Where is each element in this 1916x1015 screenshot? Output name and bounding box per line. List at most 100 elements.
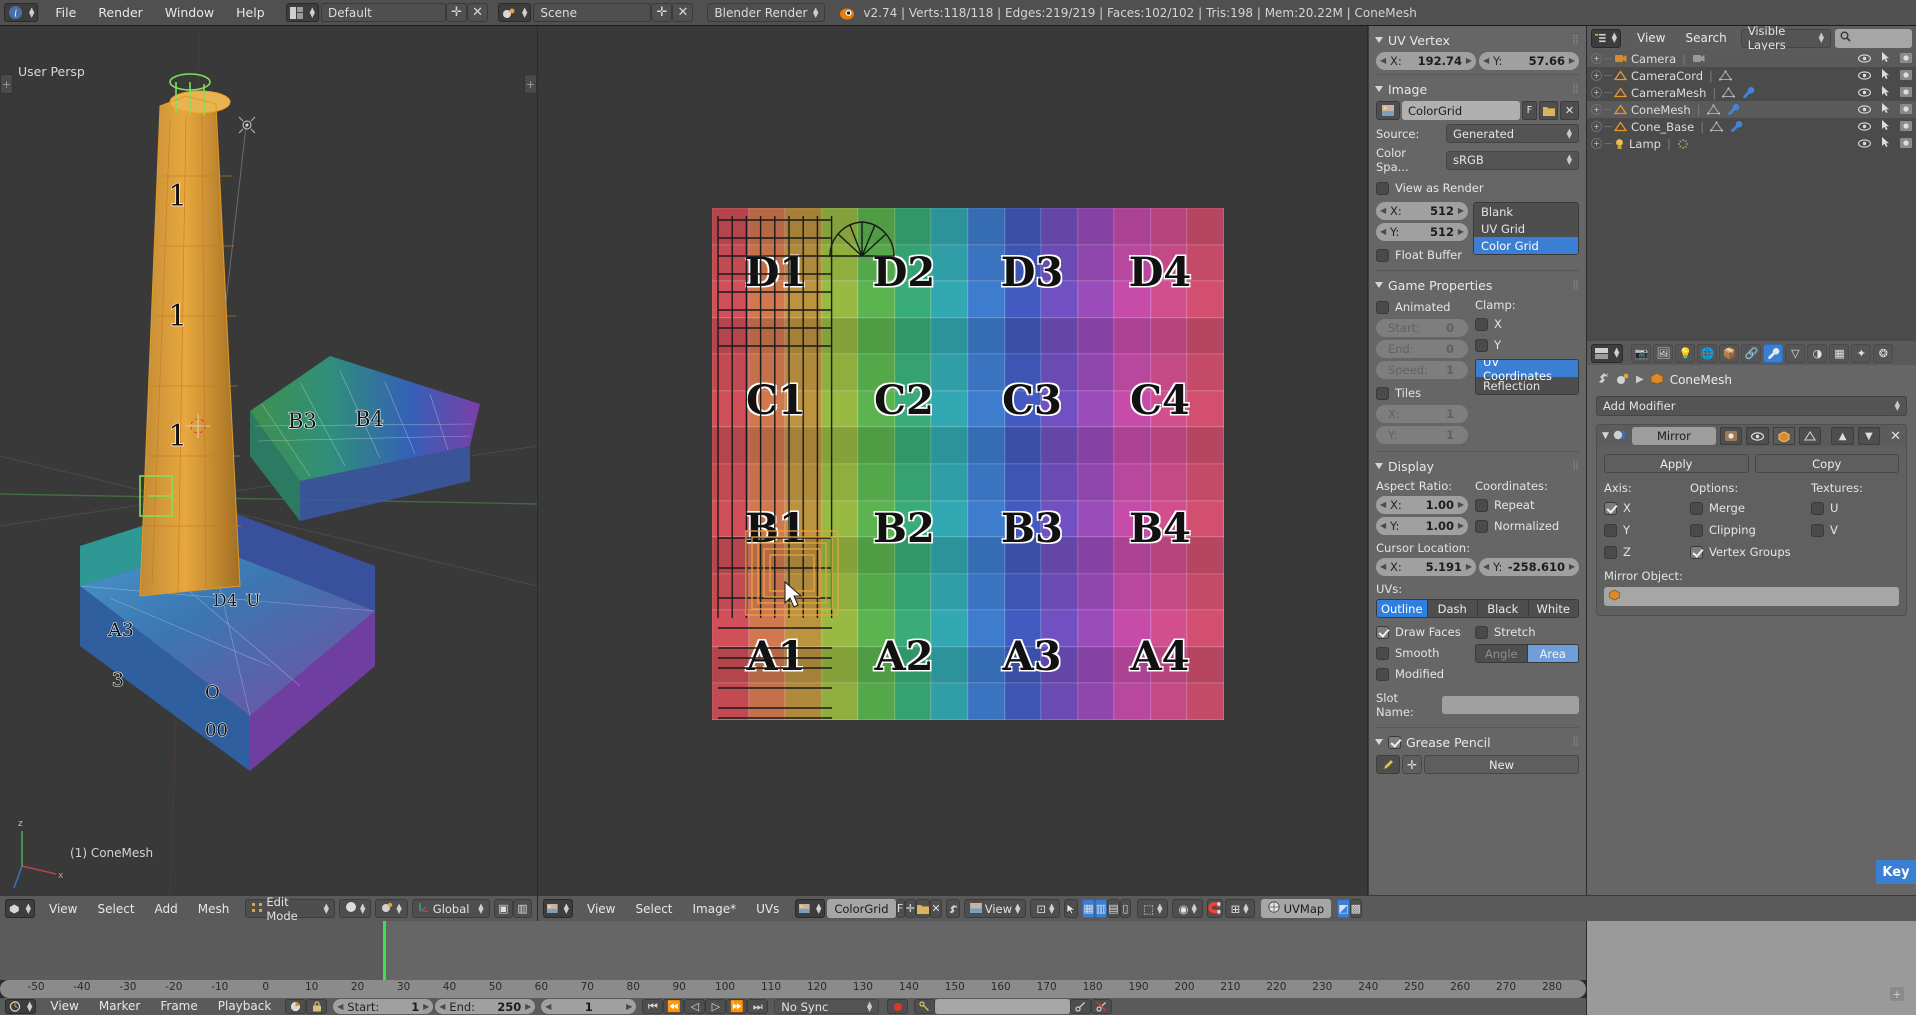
camera-data-icon[interactable] <box>1692 53 1705 64</box>
vp-menu-add[interactable]: Add <box>145 899 188 919</box>
outliner-item-lamp[interactable]: +Lamp| <box>1587 135 1916 152</box>
outliner-item-cameracord[interactable]: +CameraCord| <box>1587 67 1916 84</box>
anim-speed-field[interactable]: Speed: 1 <box>1376 361 1468 379</box>
copy-modifier-button[interactable]: Copy <box>1755 454 1900 473</box>
animated-checkbox[interactable] <box>1376 301 1389 314</box>
expand-icon[interactable]: + <box>1591 87 1602 98</box>
properties-tab-bar[interactable]: ▲▼ 📷 🖼 💡 🌐 📦 🔗 ▽ ◑ ▦ ✦ ❂ <box>1587 341 1916 365</box>
uv-menu-select[interactable]: Select <box>625 899 682 919</box>
cursor-arrow-icon[interactable] <box>1881 86 1890 100</box>
uv-sticky-select[interactable]: ⬚ ▲▼ <box>1137 899 1168 918</box>
tiles-checkbox[interactable] <box>1376 387 1389 400</box>
play-reverse-icon[interactable]: ◁ <box>684 999 705 1014</box>
uv-vertex-x-field[interactable]: ◀ X: 192.74 ▶ <box>1376 52 1476 70</box>
wrench-icon[interactable] <box>1729 120 1743 133</box>
decrement-icon[interactable]: ◀ <box>1380 500 1386 509</box>
uv-vertex-y-field[interactable]: ◀ Y: 57.66 ▶ <box>1479 52 1579 70</box>
increment-icon[interactable]: ▶ <box>1458 206 1464 215</box>
expand-panel-icon[interactable]: + <box>1890 987 1904 1001</box>
mapping-uv-coordinates[interactable]: UV Coordinates <box>1476 360 1578 377</box>
outliner-row-toggles[interactable] <box>1858 52 1912 66</box>
generated-type-uv-grid[interactable]: UV Grid <box>1474 220 1578 237</box>
eye-icon[interactable] <box>1858 137 1871 151</box>
object-icon[interactable] <box>1616 372 1630 388</box>
decrement-icon[interactable]: ◀ <box>1380 227 1386 236</box>
increment-icon[interactable]: ▶ <box>1569 562 1575 571</box>
stretch-type-segments[interactable]: Angle Area <box>1475 644 1579 663</box>
tab-material[interactable]: ◑ <box>1807 344 1827 363</box>
outliner-row-toggles[interactable] <box>1858 69 1912 83</box>
tab-physics[interactable]: ❂ <box>1873 344 1893 363</box>
draw-faces-checkbox[interactable] <box>1376 626 1389 639</box>
tab-world[interactable]: 🌐 <box>1697 344 1717 363</box>
interaction-mode-select[interactable]: Edit Mode ▲▼ <box>245 899 335 918</box>
axis-z-checkbox[interactable] <box>1604 546 1617 559</box>
jump-to-end-icon[interactable]: ⏭ <box>747 999 768 1014</box>
insert-keyframe-icon[interactable] <box>1070 999 1091 1014</box>
menu-help[interactable]: Help <box>225 3 276 23</box>
properties-editor-icon[interactable]: ▲▼ <box>1591 344 1623 363</box>
remove-layout-button[interactable]: ✕ <box>467 3 488 22</box>
blender-info-icon[interactable]: i ▲▼ <box>4 3 38 22</box>
texture-v-checkbox[interactable] <box>1811 524 1824 537</box>
uv-image-name-field[interactable]: ColorGrid <box>827 899 895 918</box>
mirror-modifier-name[interactable]: Mirror <box>1632 427 1716 445</box>
modifier-move-up-button[interactable]: ▲ <box>1831 427 1853 445</box>
keying-set-field[interactable] <box>935 999 1070 1014</box>
new-image-plus-icon[interactable]: ✛ <box>905 899 917 918</box>
wrench-icon[interactable] <box>1726 103 1740 116</box>
uv-fake-user-button[interactable]: F <box>896 899 905 918</box>
image-source-select[interactable]: Generated ▲▼ <box>1446 124 1579 143</box>
pin-icon[interactable] <box>1596 371 1610 388</box>
new-grease-pencil-plus-icon[interactable]: ✛ <box>1402 755 1422 774</box>
3d-view-icon[interactable]: ▲▼ <box>5 899 35 918</box>
modifier-properties-panel[interactable]: ▲▼ 📷 🖼 💡 🌐 📦 🔗 ▽ ◑ ▦ ✦ ❂ ▶ ConeMesh Add … <box>1587 341 1916 895</box>
expand-icon[interactable]: + <box>1591 53 1602 64</box>
game-properties-header[interactable]: Game Properties ⣿ <box>1369 275 1586 295</box>
vp-menu-view[interactable]: View <box>39 899 87 919</box>
increment-icon[interactable]: ▶ <box>626 1002 632 1011</box>
uv-vertex-panel-header[interactable]: UV Vertex ⣿ <box>1369 30 1586 50</box>
camera-render-icon[interactable] <box>1900 137 1912 151</box>
display-panel-header[interactable]: Display ⣿ <box>1369 456 1586 476</box>
texture-u-checkbox[interactable] <box>1811 502 1824 515</box>
increment-icon[interactable]: ▶ <box>1458 500 1464 509</box>
record-icon[interactable] <box>887 999 908 1014</box>
remove-scene-button[interactable]: ✕ <box>672 3 693 22</box>
option-merge-row[interactable]: Merge <box>1690 499 1805 517</box>
pivot-point-select[interactable]: ▲▼ <box>375 899 407 918</box>
outliner-menu-view[interactable]: View <box>1627 28 1675 48</box>
tl-menu-marker[interactable]: Marker <box>89 999 150 1014</box>
stretch-checkbox[interactable] <box>1475 626 1488 639</box>
tl-menu-frame[interactable]: Frame <box>150 999 207 1014</box>
stretch-area[interactable]: Area <box>1528 645 1579 662</box>
modifier-move-down-button[interactable]: ▼ <box>1858 427 1880 445</box>
apply-modifier-button[interactable]: Apply <box>1604 454 1749 473</box>
cursor-arrow-icon[interactable] <box>1881 103 1890 117</box>
mirror-object-field[interactable] <box>1604 587 1899 606</box>
increment-icon[interactable]: ▶ <box>1466 562 1472 571</box>
outliner-icon[interactable]: ▲▼ <box>1591 29 1621 48</box>
outliner-search-field[interactable] <box>1835 29 1912 48</box>
record-keyframe-icon[interactable] <box>285 999 306 1014</box>
image-width-field[interactable]: ◀ X: 512 ▶ <box>1376 202 1468 220</box>
screen-layout-icon[interactable]: ▲▼ <box>286 3 319 22</box>
uv-proportional-select[interactable]: ◉ ▲▼ <box>1172 899 1202 918</box>
outliner-row-toggles[interactable] <box>1858 137 1912 151</box>
increment-icon[interactable]: ▶ <box>1458 227 1464 236</box>
tab-object[interactable]: 📦 <box>1719 344 1739 363</box>
timeline-ruler[interactable]: -50-40-30-20-100102030405060708090100110… <box>0 980 1586 998</box>
slot-name-field[interactable] <box>1442 696 1579 714</box>
fake-user-button[interactable]: F <box>1522 101 1537 120</box>
outliner-item-cameramesh[interactable]: +CameraMesh| <box>1587 84 1916 101</box>
clamp-y-checkbox[interactable] <box>1475 339 1488 352</box>
tab-texture[interactable]: ▦ <box>1829 344 1849 363</box>
uv-menu-uvs[interactable]: UVs <box>746 899 789 919</box>
expand-icon[interactable]: + <box>1591 104 1602 115</box>
aspect-y-field[interactable]: ◀ Y: 1.00 ▶ <box>1376 517 1468 535</box>
mesh-data-icon[interactable] <box>1710 121 1723 132</box>
outliner-row-toggles[interactable] <box>1858 120 1912 134</box>
cursor-arrow-icon[interactable] <box>1881 52 1890 66</box>
stretch-angle[interactable]: Angle <box>1476 645 1528 662</box>
draw-uv-icon[interactable]: ◩ <box>1337 899 1349 918</box>
